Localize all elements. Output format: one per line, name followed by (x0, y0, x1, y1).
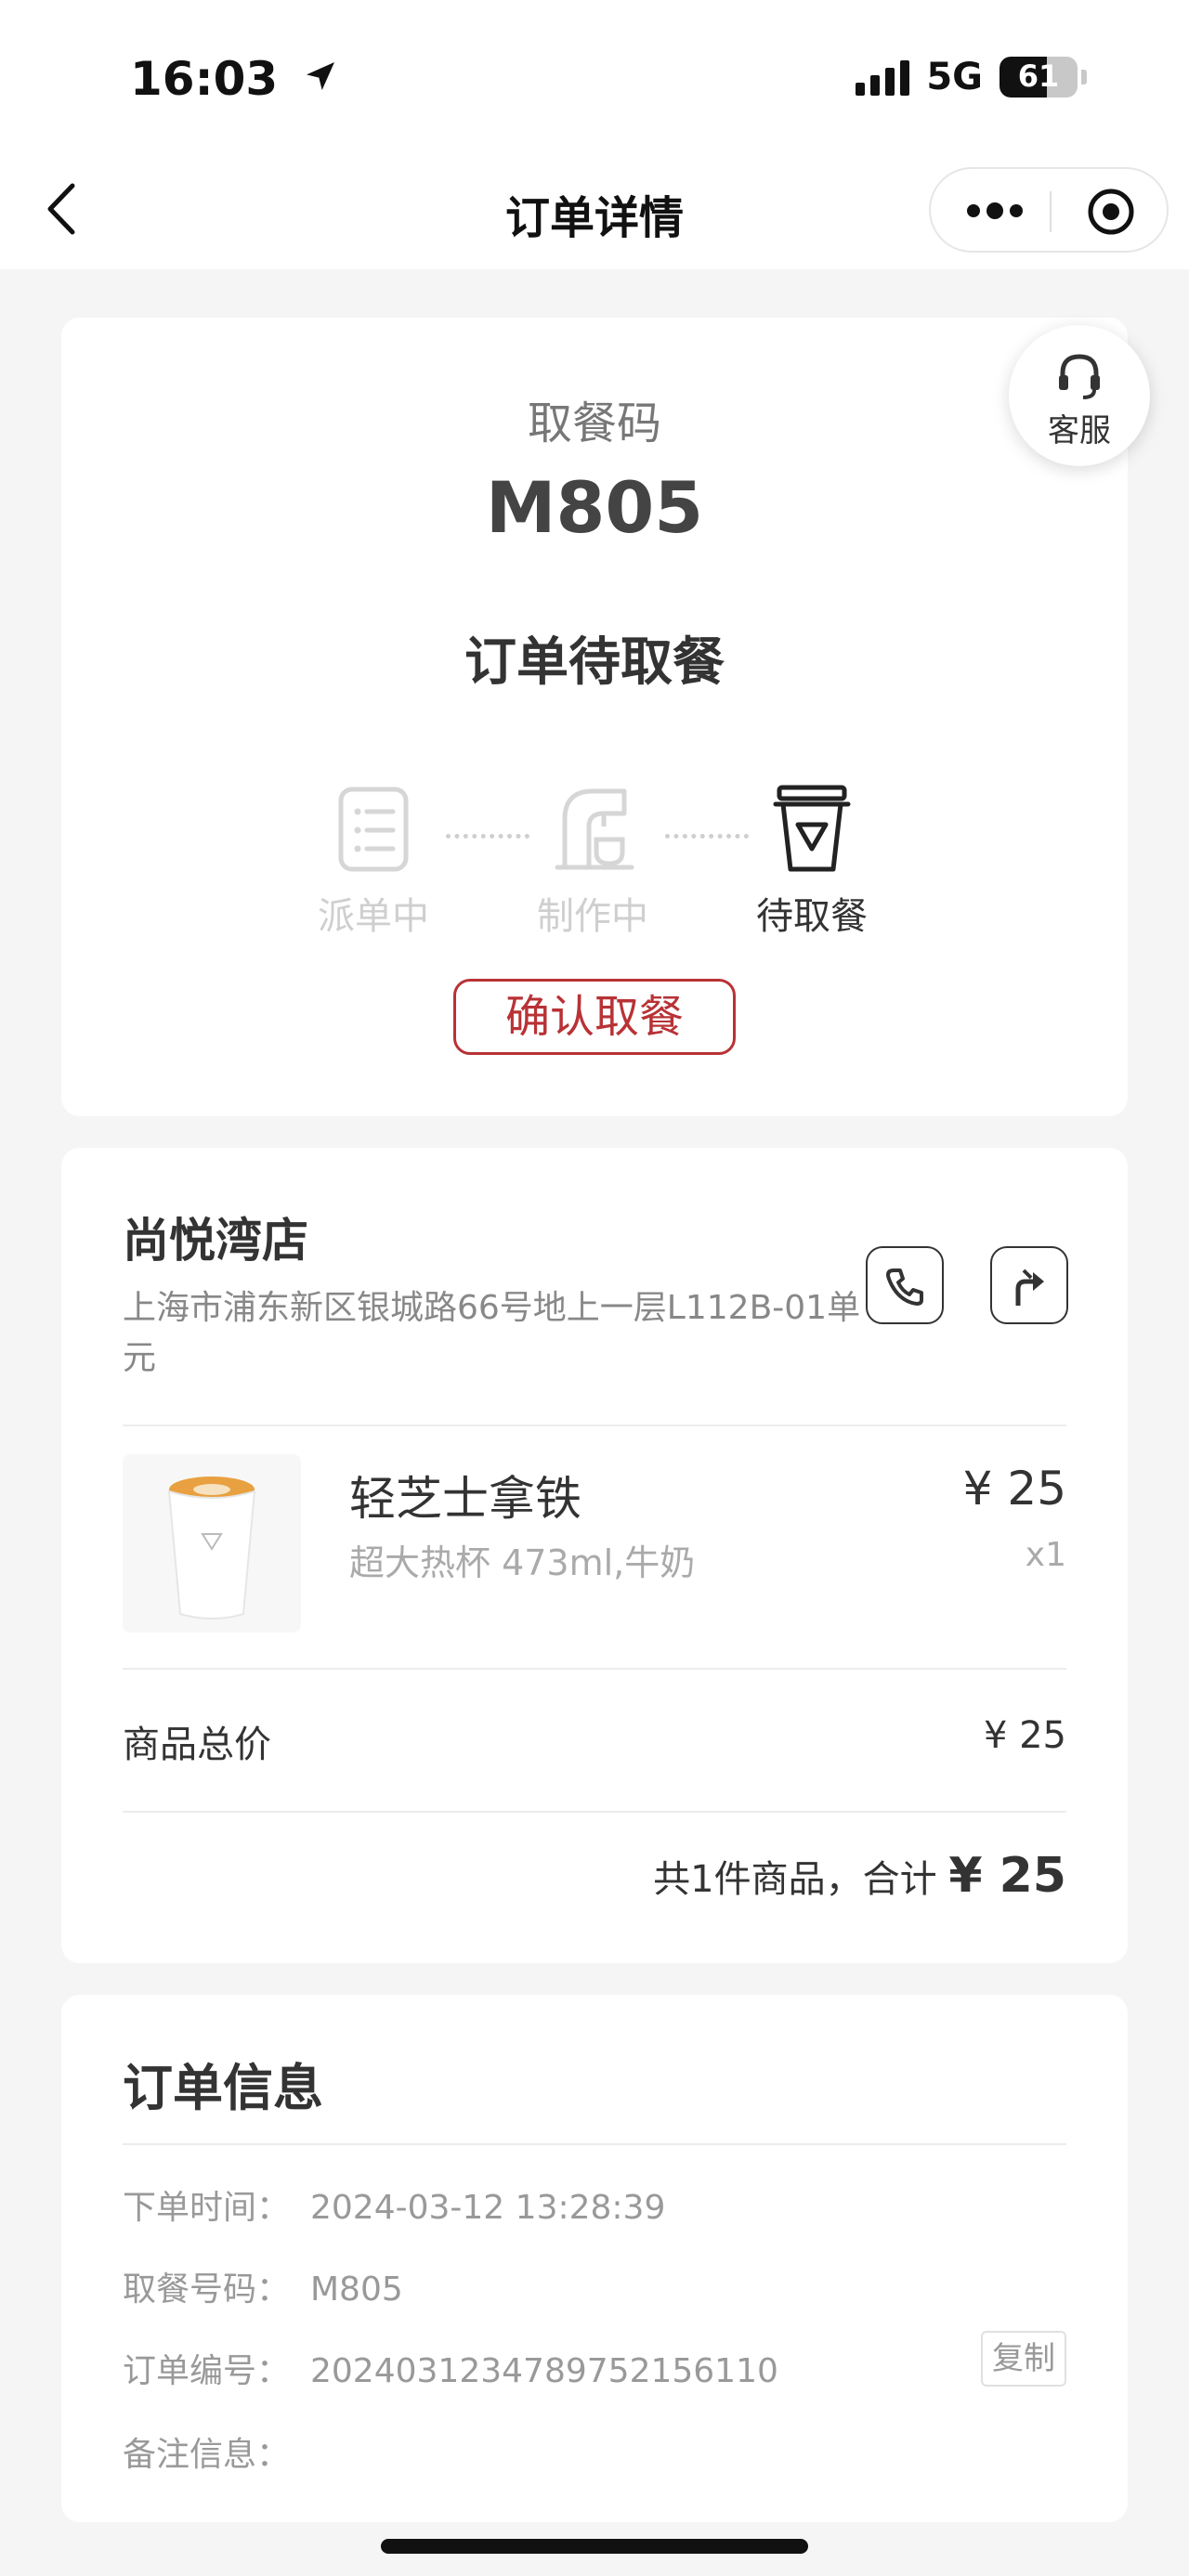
order-list-icon (338, 787, 409, 872)
latte-cup-image (167, 1477, 256, 1620)
info-key: 备注信息： (123, 2436, 291, 2474)
total-line: 共1件商品，合计 ¥ 25 (653, 1848, 1066, 1904)
store-order-card: 尚悦湾店 上海市浦东新区银城路66号地上一层L112B-01单元 轻芝士拿铁 超… (61, 1148, 1128, 1963)
battery-icon: 61 (1000, 57, 1078, 98)
order-time-row: 下单时间： 2024-03-12 13:28:39 (123, 2180, 665, 2229)
phone-icon (886, 1268, 923, 1306)
step-label: 待取餐 (756, 895, 868, 938)
info-value: M805 (310, 2270, 403, 2309)
order-info-card: 订单信息 下单时间： 2024-03-12 13:28:39 取餐号码： M805 … (61, 1995, 1128, 2522)
pickup-number-row: 取餐号码： M805 (123, 2262, 403, 2310)
product-quantity: x1 (1025, 1536, 1066, 1574)
directions-icon (1015, 1268, 1044, 1306)
info-value: 2024-03-12 13:28:39 (310, 2189, 666, 2227)
home-indicator[interactable] (381, 2539, 808, 2554)
status-indicators: 5G 61 (856, 56, 1087, 98)
step-making: 制作中 (500, 782, 686, 940)
time-text: 16:03 (130, 52, 279, 106)
battery-percent: 61 (1017, 59, 1060, 94)
total-value: ¥ 25 (948, 1848, 1066, 1904)
info-value: 20240312347897521561​10 (310, 2352, 778, 2390)
product-image (123, 1454, 301, 1633)
top-bar: 16:03 5G 61 订单详情 (0, 0, 1189, 269)
network-type: 5G (926, 56, 983, 98)
step-label: 派单中 (318, 895, 429, 938)
product-price: ¥ 25 (962, 1462, 1066, 1516)
customer-service-button[interactable]: 客服 (1009, 325, 1150, 466)
product-name: 轻芝士拿铁 (349, 1472, 581, 1526)
copy-order-number-button[interactable]: 复制 (981, 2331, 1066, 2387)
takeaway-cup-icon (773, 785, 851, 872)
target-icon (1088, 189, 1134, 235)
store-name: 尚悦湾店 (123, 1214, 308, 1268)
call-store-button[interactable] (866, 1246, 944, 1324)
order-number-row: 订单编号： 20240312347897521561​10 (123, 2344, 778, 2392)
pickup-card: 取餐码 M805 订单待取餐 派单中 制作中 待取餐 确认取餐 (61, 318, 1128, 1116)
battery-tip (1081, 70, 1087, 85)
status-time: 16:03 (130, 52, 339, 106)
divider (123, 2143, 1066, 2145)
order-status: 订单待取餐 (464, 632, 725, 693)
store-address: 上海市浦东新区银城路66号地上一层L112B-01单元 (123, 1289, 861, 1377)
customer-service-label: 客服 (1048, 412, 1111, 449)
signal-icon (856, 59, 910, 96)
location-arrow-icon (302, 52, 339, 106)
divider (123, 1425, 1066, 1426)
more-dots-icon (967, 202, 1023, 219)
info-key: 订单编号： (123, 2352, 291, 2390)
remarks-row: 备注信息： (123, 2427, 310, 2476)
order-info-title: 订单信息 (123, 2059, 323, 2117)
coffee-machine-icon (555, 788, 634, 870)
total-prefix: 共1件商品，合计 (653, 1858, 937, 1901)
step-label: 制作中 (537, 895, 648, 938)
capsule-divider (1050, 191, 1052, 232)
product-spec: 超大热杯 473ml,牛奶 (349, 1542, 696, 1583)
step-ready: 待取餐 (719, 782, 905, 940)
headset-icon (1059, 354, 1100, 399)
pickup-code: M805 (485, 466, 704, 549)
miniprogram-capsule (929, 167, 1169, 253)
divider (123, 1668, 1066, 1670)
divider (123, 1811, 1066, 1813)
info-key: 下单时间： (123, 2189, 291, 2227)
step-dispatching: 派单中 (281, 782, 466, 940)
info-key: 取餐号码： (123, 2270, 291, 2309)
confirm-pickup-button[interactable]: 确认取餐 (453, 979, 736, 1055)
pickup-code-label: 取餐码 (527, 397, 661, 449)
more-button[interactable] (966, 197, 1024, 225)
close-miniprogram-button[interactable] (1087, 188, 1135, 236)
subtotal-value: ¥ 25 (983, 1714, 1066, 1757)
subtotal-label: 商品总价 (123, 1724, 271, 1766)
navigate-store-button[interactable] (990, 1246, 1068, 1324)
